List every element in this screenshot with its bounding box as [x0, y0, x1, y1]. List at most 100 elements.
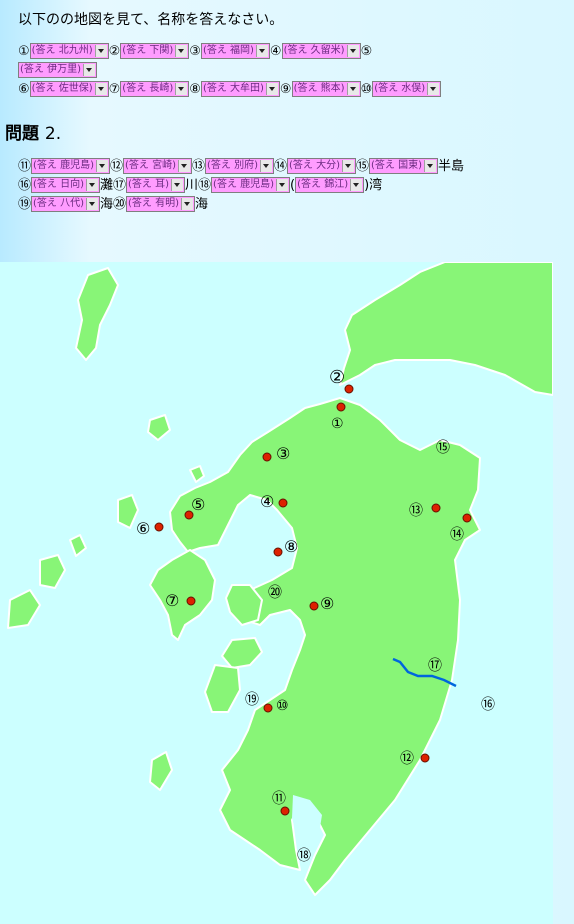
small-island [189, 465, 205, 483]
number-5: ⑤ [360, 44, 373, 59]
number-4: ④ [269, 44, 282, 59]
answer-select-11[interactable]: (答え 鹿児島) [31, 157, 110, 174]
map-label-3: ③ [276, 444, 290, 463]
marker-13 [431, 503, 441, 513]
map-label-15: ⑮ [436, 440, 450, 456]
map-label-1: ① [331, 416, 344, 432]
chevron-down-icon [342, 159, 354, 172]
number-13: ⑬ [192, 159, 206, 174]
number-11: ⑪ [18, 159, 32, 174]
number-18: ⑱ [198, 178, 212, 193]
marker-11 [280, 806, 290, 816]
number-7: ⑦ [108, 82, 121, 97]
map-label-17: ⑰ [428, 658, 442, 674]
koshiki-island [149, 751, 173, 791]
number-19: ⑲ [18, 197, 32, 212]
amakusa-island-1 [221, 637, 263, 669]
chevron-down-icon [171, 178, 184, 191]
question-2-answers: ⑪ (答え 鹿児島) ⑫ (答え 宮崎) ⑬ (答え 別府) ⑭ (答え 大分) ⑮ (答え 国東… [18, 157, 558, 214]
marker-9 [309, 601, 319, 611]
chevron-down-icon [175, 82, 188, 95]
map-label-14: ⑭ [450, 527, 464, 543]
answer-select-5[interactable]: (答え 伊万里) [18, 61, 97, 78]
suffix-peninsula: 半島 [438, 159, 465, 174]
chevron-down-icon [255, 44, 268, 57]
number-10: ⑩ [360, 82, 373, 97]
answer-select-10[interactable]: (答え 水俣) [372, 80, 442, 97]
answer-select-1[interactable]: (答え 北九州) [29, 42, 109, 59]
chevron-down-icon [265, 82, 278, 95]
goto-island-b [7, 589, 41, 629]
question-2-title: 問題 2. [5, 124, 62, 144]
amakusa-island-2 [204, 664, 241, 713]
marker-12 [420, 753, 430, 763]
chevron-down-icon [175, 44, 188, 57]
suffix-bay-close: )湾 [364, 178, 383, 193]
chevron-down-icon [350, 178, 363, 191]
map-label-4: ④ [260, 492, 274, 511]
chevron-down-icon [94, 82, 107, 95]
answer-select-20[interactable]: (答え 有明) [126, 195, 196, 212]
answer-select-13[interactable]: (答え 別府) [205, 157, 274, 174]
answer-select-2[interactable]: (答え 下関) [120, 42, 190, 59]
answer-select-15[interactable]: (答え 国東) [369, 157, 438, 174]
number-8: ⑧ [189, 82, 201, 97]
suffix-sea-nada: 灘 [100, 178, 114, 193]
answer-select-18a[interactable]: (答え 鹿児島) [211, 176, 291, 193]
map-label-16: ⑯ [481, 697, 495, 713]
answer-select-18b[interactable]: (答え 錦江) [295, 176, 365, 193]
number-2: ② [108, 44, 121, 59]
map-label-10: ⑩ [276, 698, 289, 714]
number-12: ⑫ [110, 159, 124, 174]
marker-2 [344, 384, 354, 394]
marker-7 [186, 596, 196, 606]
question-1-answers: ① (答え 北九州) ② (答え 下関) ③ (答え 福岡) ④ (答え 久留米) ⑤ (答え … [18, 42, 558, 99]
chevron-down-icon [346, 44, 359, 57]
suffix-sea-20: 海 [195, 197, 209, 212]
marker-8 [273, 547, 283, 557]
map-label-20: ⑳ [268, 585, 282, 601]
marker-4 [278, 498, 288, 508]
chevron-down-icon [276, 178, 289, 191]
chevron-down-icon [96, 159, 108, 172]
answer-select-14[interactable]: (答え 大分) [287, 157, 356, 174]
chevron-down-icon [86, 197, 98, 210]
number-3: ③ [189, 44, 201, 59]
chevron-down-icon [86, 178, 98, 191]
marker-14 [462, 513, 472, 523]
honshu-landmass [339, 262, 553, 396]
answer-select-6[interactable]: (答え 佐世保) [29, 80, 109, 97]
answer-select-17[interactable]: (答え 耳) [126, 176, 186, 193]
map-label-9: ⑨ [320, 594, 334, 613]
chevron-down-icon [178, 159, 190, 172]
suffix-river: 川 [185, 178, 199, 193]
nagasaki-peninsula [149, 549, 216, 641]
map-label-11: ⑪ [272, 791, 286, 807]
marker-1 [336, 402, 346, 412]
map-label-8: ⑧ [284, 537, 298, 556]
map-label-6: ⑥ [136, 519, 150, 538]
answer-select-19[interactable]: (答え 八代) [31, 195, 100, 212]
answer-select-7[interactable]: (答え 長崎) [120, 80, 190, 97]
number-17: ⑰ [113, 178, 127, 193]
answer-select-16[interactable]: (答え 日向) [31, 176, 100, 193]
number-14: ⑭ [274, 159, 288, 174]
chevron-down-icon [181, 197, 194, 210]
answer-select-3[interactable]: (答え 福岡) [200, 42, 270, 59]
instruction-text: 以下のの地図を見て、名称を答えなさい。 [18, 12, 284, 28]
answer-select-4[interactable]: (答え 久留米) [281, 42, 361, 59]
number-6: ⑥ [18, 82, 30, 97]
iki-island [147, 414, 171, 441]
chevron-down-icon [94, 44, 107, 57]
map-label-5: ⑤ [191, 495, 205, 514]
answer-select-12[interactable]: (答え 宮崎) [123, 157, 192, 174]
chevron-down-icon [346, 82, 359, 95]
kyushu-map-svg: ① ② ③ ④ ⑤ ⑥ ⑦ ⑧ ⑨ ⑩ ⑪ ⑫ ⑬ ⑭ ⑮ ⑯ ⑰ ⑱ ⑲ ⑳ [7, 262, 553, 896]
answer-select-9[interactable]: (答え 熊本) [291, 80, 361, 97]
answer-select-8[interactable]: (答え 大牟田) [200, 80, 280, 97]
marker-10 [263, 703, 273, 713]
hirado-island [117, 494, 139, 529]
chevron-down-icon [427, 82, 440, 95]
goto-island-a [39, 554, 66, 589]
marker-6 [154, 522, 164, 532]
